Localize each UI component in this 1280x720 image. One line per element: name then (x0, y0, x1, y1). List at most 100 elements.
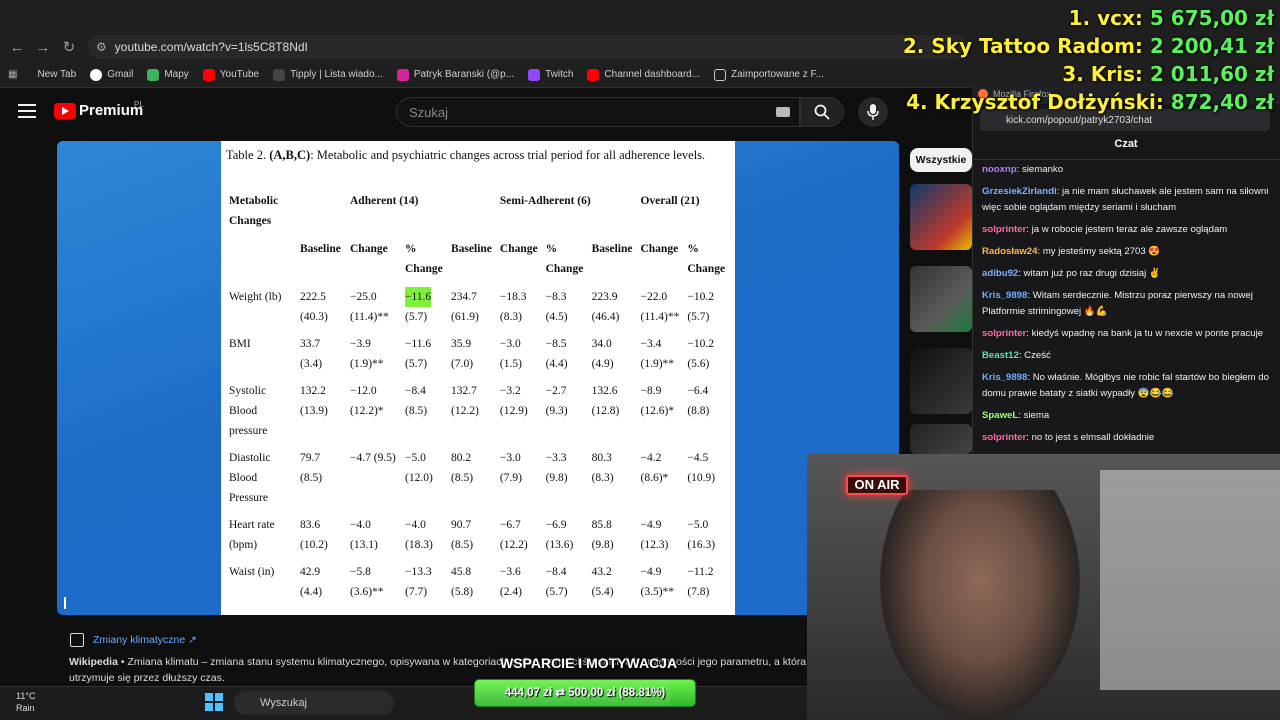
paper-table-frame: Table 2. (A,B,C): Metabolic and psychiat… (221, 141, 735, 615)
chat-message-list: nooxnp: siemanko GrzesiekZirlandi: ja nie… (982, 162, 1272, 452)
bookmark-new-tab[interactable]: New Tab (37, 69, 76, 80)
forward-icon[interactable]: → (30, 34, 56, 60)
bookmark-youtube[interactable]: YouTube (202, 68, 259, 81)
back-icon[interactable]: ← (4, 34, 30, 60)
table-cell: 34.0 (4.9) (588, 334, 637, 381)
table-cell: −3.3 (9.8) (542, 448, 588, 515)
cell-value: −3.4 (640, 338, 662, 350)
cell-sd: (7.0) (451, 358, 474, 370)
leaderboard-amount: 2 011,60 zł (1149, 62, 1274, 86)
chat-username[interactable]: GrzesiekZirlandi (982, 186, 1057, 197)
cell-sd: (2.4) (499, 586, 522, 598)
group-header-overall: Overall (21) (640, 195, 700, 207)
video-thumbnail[interactable] (910, 424, 972, 454)
bookmark-channel-dashboard[interactable]: Channel dashboard... (587, 68, 700, 81)
table-cell: −5.0 (12.0) (401, 448, 447, 515)
search-input[interactable]: Szukaj (396, 97, 800, 127)
cell-value: −4.9 (640, 519, 662, 531)
chat-message: Kris_9898: Witam serdecznie. Mistrzu por… (982, 290, 1253, 317)
chat-username[interactable]: SpaweL (982, 410, 1018, 421)
reload-icon[interactable]: ↻ (56, 34, 82, 60)
column-header: Change (640, 243, 679, 255)
cell-sd: (9.3) (545, 405, 568, 417)
search-button[interactable] (800, 97, 844, 127)
chat-username[interactable]: Kris_9898 (982, 290, 1027, 301)
cell-sd: (3.5)** (640, 586, 675, 598)
cell-sd: (12.2) (499, 539, 528, 551)
cell-value: −3.6 (499, 566, 521, 578)
chat-message: Beast12: Cześć (982, 350, 1051, 361)
chat-username[interactable]: solprinter (982, 432, 1026, 443)
table-cell: −5.0 (16.3) (683, 515, 729, 562)
cell-sd: (11.4)** (640, 311, 680, 323)
table-cell: 132.6 (12.8) (588, 381, 637, 448)
cell-sd: (16.3) (687, 539, 716, 551)
cell-value: −4.2 (640, 452, 662, 464)
chat-message: Radosław24: my jesteśmy sektą 2703 😍 (982, 246, 1161, 257)
cell-value: −5.0 (687, 519, 709, 531)
chat-username[interactable]: Beast12 (982, 350, 1019, 361)
chat-text: no to jest s elmsall dokładnie (1031, 432, 1155, 443)
table-cell: 35.9 (7.0) (447, 334, 496, 381)
cell-sd: (8.5) (405, 405, 428, 417)
leaderboard-name: 4. Krzysztof Dołżyński: (906, 90, 1164, 114)
table-cell: −11.6 (5.7) (401, 334, 447, 381)
table-cell: −8.3 (4.5) (542, 287, 588, 334)
bookmark-tipply[interactable]: Tipply | Lista wiado... (273, 68, 383, 81)
cell-sd: (5.6) (687, 358, 710, 370)
cell-value: −8.4 (545, 566, 567, 578)
table-cell: −10.2 (5.7) (683, 287, 729, 334)
bookmark-instagram[interactable]: Patryk Baranski (@p... (396, 68, 514, 81)
cell-value: −12.0 (350, 385, 377, 397)
bookmark-folder-imported[interactable]: Zaimportowane z F... (714, 68, 824, 81)
table-row: Heart rate (bpm) 83.6 (10.2) −4.0 (13.1) −4.0… (225, 515, 729, 562)
cell-value: −3.2 (499, 385, 521, 397)
table-row: Weight (lb) 222.5 (40.3) −25.0 (11.4)** −11.6… (225, 287, 729, 334)
youtube-logo[interactable]: Premium (54, 102, 143, 119)
weather-widget[interactable]: 11°C Rain (16, 690, 35, 714)
video-thumbnail[interactable] (910, 348, 972, 414)
apps-icon[interactable]: ▦ (8, 69, 17, 80)
chat-username[interactable]: Kris_9898 (982, 372, 1027, 383)
leaderboard-name: 3. Kris: (1062, 62, 1143, 86)
cell-value: −11.6 (405, 287, 432, 307)
chat-message: adibu92: witam już po raz drugi dzisiaj … (982, 268, 1161, 279)
taskbar-search[interactable]: Wyszukaj (234, 691, 394, 715)
cell-sd: (10.2) (300, 539, 328, 551)
menu-icon[interactable] (18, 104, 36, 118)
table-cell: −3.6 (2.4) (496, 562, 542, 609)
cell-sd: (12.8) (591, 405, 620, 417)
wikipedia-topic-link[interactable]: Zmiany klimatyczne ↗ (93, 634, 197, 646)
chat-message: solprinter: ja w robocie jestem teraz al… (982, 224, 1228, 235)
table-cell: 132.2 (13.9) (296, 381, 346, 448)
cell-value: 34.0 (591, 338, 612, 350)
cell-value: 33.7 (300, 338, 321, 350)
row-label: Systolic Blood pressure (229, 385, 268, 437)
site-info-icon[interactable]: ⚙ (96, 40, 107, 54)
chat-text: kiedyś wpadnę na bank ja tu w nexcie w p… (1031, 328, 1264, 339)
windows-start-icon[interactable] (205, 693, 223, 711)
keyboard-icon[interactable] (776, 107, 790, 117)
bookmark-twitch[interactable]: Twitch (528, 68, 573, 81)
table-cell: −11.2 (7.8) (683, 562, 729, 609)
cell-sd: (8.5) (451, 472, 474, 484)
video-thumbnail[interactable] (910, 184, 972, 250)
filter-chip-all[interactable]: Wszystkie (910, 148, 972, 172)
table-cell: −3.9 (1.9)** (346, 334, 401, 381)
search-icon (814, 104, 830, 120)
address-bar[interactable]: ⚙ youtube.com/watch?v=1ls5C8T8NdI (88, 35, 968, 59)
bookmark-mapy[interactable]: Mapy (147, 68, 189, 81)
chat-username[interactable]: solprinter (982, 224, 1026, 235)
table-cell: 45.8 (5.8) (447, 562, 496, 609)
video-thumbnail[interactable] (910, 266, 972, 332)
chat-text: ja w robocie jestem teraz ale zawsze ogl… (1031, 224, 1228, 235)
leaderboard-name: 1. vcx: (1068, 6, 1143, 30)
cell-value: −3.0 (499, 452, 521, 464)
cell-sd: (61.9) (451, 311, 479, 323)
chat-username[interactable]: nooxnp (982, 164, 1017, 175)
chat-username[interactable]: Radosław24 (982, 246, 1037, 257)
bookmark-gmail[interactable]: Gmail (90, 68, 133, 81)
cell-value: −6.4 (687, 385, 709, 397)
chat-username[interactable]: solprinter (982, 328, 1026, 339)
chat-username[interactable]: adibu92 (982, 268, 1018, 279)
